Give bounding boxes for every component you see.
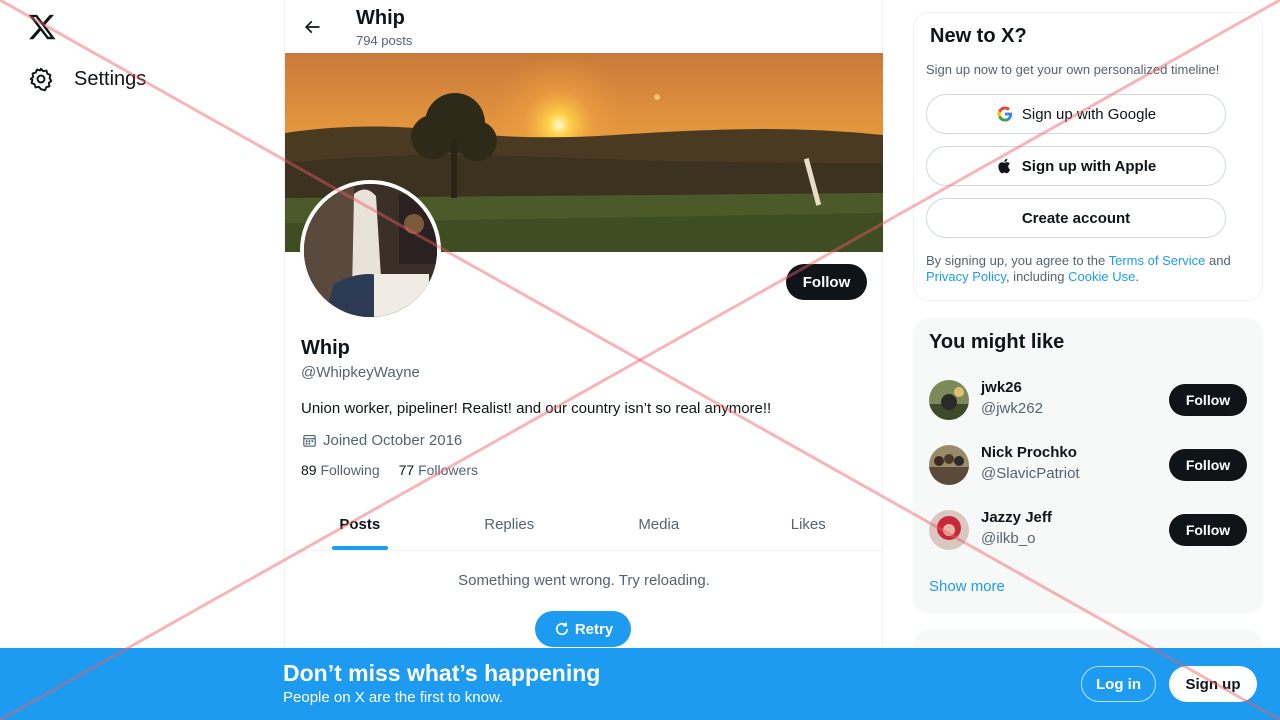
x-logo-icon[interactable]	[27, 12, 57, 42]
profile-stats: 89 Following 77 Followers	[301, 462, 497, 478]
active-tab-indicator	[331, 546, 388, 550]
back-arrow-icon	[304, 20, 320, 34]
suggestion-name[interactable]: Jazzy Jeff	[981, 509, 1052, 526]
retry-icon	[555, 622, 568, 636]
show-more-link[interactable]: Show more	[929, 578, 1005, 595]
back-button[interactable]	[299, 14, 325, 40]
followers-link[interactable]: 77 Followers	[399, 462, 478, 478]
suggestion-item[interactable]: Jazzy Jeff @ilkb_o Follow	[929, 508, 1249, 558]
suggestion-handle: @SlavicPatriot	[981, 465, 1080, 482]
legal-incl: , including	[1005, 269, 1069, 284]
you-might-like-card: You might like jwk26 @jwk262 Follow Nick…	[913, 318, 1263, 614]
cookie-link[interactable]: Cookie Use	[1068, 269, 1135, 284]
header-post-count: 794 posts	[356, 33, 413, 48]
follow-button[interactable]: Follow	[786, 264, 867, 300]
followers-count: 77	[398, 462, 415, 478]
followers-label: Followers	[414, 462, 478, 478]
new-to-x-subtitle: Sign up now to get your own personalized…	[926, 62, 1220, 77]
signup-banner: Don’t miss what’s happening People on X …	[0, 648, 1280, 720]
legal-notice: By signing up, you agree to the Terms of…	[926, 253, 1246, 285]
suggestion-follow-button[interactable]: Follow	[1169, 449, 1247, 481]
legal-pre: By signing up, you agree to the	[926, 253, 1109, 268]
following-label: Following	[316, 462, 380, 478]
tab-likes-label: Likes	[790, 516, 826, 533]
feed-error-message: Something went wrong. Try reloading.	[458, 572, 710, 589]
banner-subtitle: People on X are the first to know.	[283, 689, 504, 706]
tab-likes[interactable]: Likes	[734, 499, 884, 550]
suggestion-item[interactable]: Nick Prochko @SlavicPatriot Follow	[929, 443, 1249, 493]
profile-tabs: Posts Replies Media Likes	[285, 499, 883, 551]
login-button[interactable]: Log in	[1081, 666, 1156, 702]
google-signup-label: Sign up with Google	[1021, 105, 1157, 123]
calendar-icon	[303, 434, 316, 447]
new-to-x-title: New to X?	[930, 25, 1027, 47]
profile-bio: Union worker, pipeliner! Realist! and ou…	[301, 400, 772, 417]
tab-media-label: Media	[638, 516, 680, 533]
suggestion-avatar[interactable]	[929, 510, 969, 550]
new-to-x-card: New to X? Sign up now to get your own pe…	[913, 12, 1263, 301]
google-signup-button[interactable]: Sign up with Google	[926, 94, 1226, 134]
following-link[interactable]: 89 Following	[301, 462, 380, 478]
tab-replies[interactable]: Replies	[435, 499, 585, 550]
profile-name: Whip	[301, 337, 350, 359]
profile-handle: @WhipkeyWayne	[301, 364, 420, 381]
banner-title: Don’t miss what’s happening	[283, 660, 601, 686]
suggestion-handle: @jwk262	[981, 400, 1043, 417]
suggestion-name[interactable]: Nick Prochko	[981, 444, 1077, 461]
apple-icon	[998, 158, 1010, 174]
profile-header: Whip 794 posts	[285, 0, 883, 53]
suggestion-name[interactable]: jwk26	[981, 379, 1022, 396]
avatar-image	[304, 184, 437, 317]
retry-label: Retry	[574, 620, 614, 638]
suggestion-avatar[interactable]	[929, 380, 969, 420]
suggestion-avatar[interactable]	[929, 445, 969, 485]
profile-joined: Joined October 2016	[301, 432, 462, 449]
legal-end: .	[1135, 269, 1139, 284]
tab-posts-label: Posts	[339, 516, 381, 533]
header-name: Whip	[356, 7, 405, 29]
terms-link[interactable]: Terms of Service	[1109, 253, 1206, 268]
legal-and: and	[1205, 253, 1231, 268]
tab-replies-label: Replies	[484, 516, 535, 533]
you-might-like-title: You might like	[929, 331, 1065, 353]
apple-signup-label: Sign up with Apple	[1021, 157, 1157, 175]
suggestion-follow-button[interactable]: Follow	[1169, 384, 1247, 416]
privacy-link[interactable]: Privacy Policy	[926, 269, 1006, 284]
google-icon	[997, 106, 1013, 122]
create-account-label: Create account	[1021, 209, 1131, 227]
gear-icon	[29, 67, 53, 92]
apple-signup-button[interactable]: Sign up with Apple	[926, 146, 1226, 186]
tab-media[interactable]: Media	[584, 499, 734, 550]
suggestion-item[interactable]: jwk26 @jwk262 Follow	[929, 378, 1249, 428]
suggestion-follow-button[interactable]: Follow	[1169, 514, 1247, 546]
left-nav: Settings	[0, 0, 284, 720]
retry-button[interactable]: Retry	[535, 611, 631, 647]
nav-settings[interactable]: Settings	[28, 66, 146, 92]
main-column: Whip 794 posts Follow Whip @WhipkeyWayne…	[284, 0, 883, 720]
suggestion-handle: @ilkb_o	[981, 530, 1036, 547]
profile-avatar[interactable]	[300, 180, 441, 321]
signup-button[interactable]: Sign up	[1169, 666, 1257, 702]
tab-posts[interactable]: Posts	[285, 499, 435, 550]
joined-date: Joined October 2016	[323, 432, 463, 449]
create-account-button[interactable]: Create account	[926, 198, 1226, 238]
nav-settings-label: Settings	[74, 67, 147, 90]
following-count: 89	[301, 462, 317, 478]
